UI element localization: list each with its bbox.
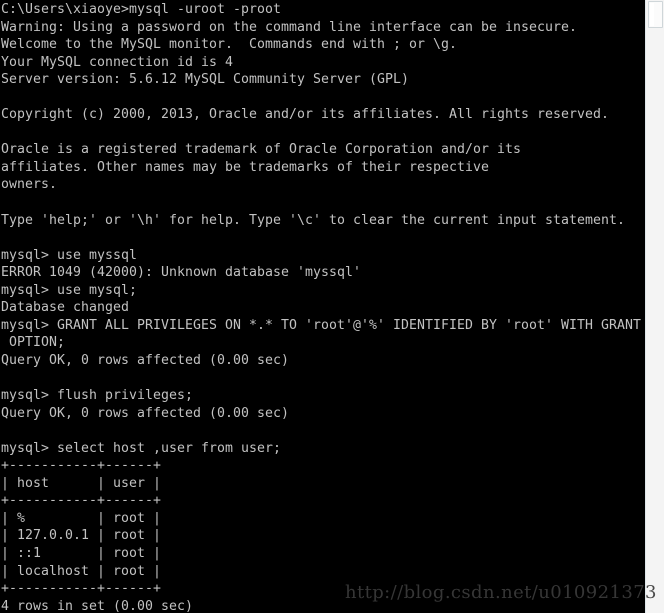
terminal-output-text: C:\Users\xiaoye>mysql -uroot -proot Warn… bbox=[1, 2, 641, 613]
scrollbar-thumb[interactable] bbox=[648, 1, 663, 28]
vertical-scrollbar[interactable] bbox=[645, 0, 664, 613]
command-prompt-window[interactable]: C:\Users\xiaoye>mysql -uroot -proot Warn… bbox=[0, 0, 664, 613]
terminal-screen[interactable]: C:\Users\xiaoye>mysql -uroot -proot Warn… bbox=[0, 0, 645, 613]
